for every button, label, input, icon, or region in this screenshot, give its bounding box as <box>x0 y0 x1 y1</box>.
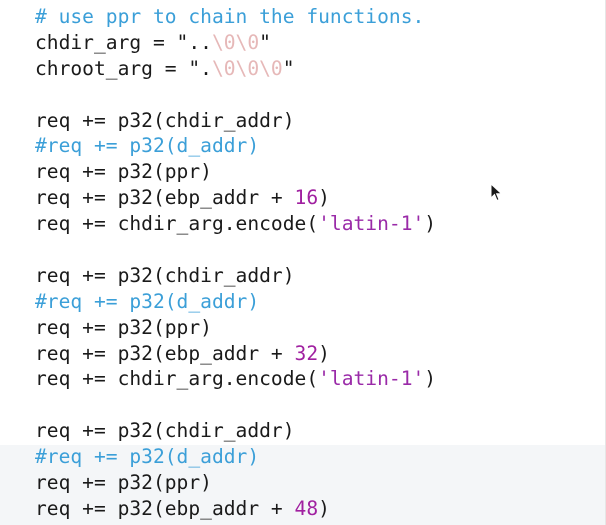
code-comment: #req += p32(d_addr) <box>35 289 260 313</box>
code-line[interactable]: #req += p32(d_addr) <box>35 444 436 470</box>
code-line[interactable]: chdir_arg = "..\0\0" <box>35 30 436 56</box>
code-line[interactable]: req += p32(chdir_addr) <box>35 108 436 134</box>
code-number-literal: 16 <box>294 186 319 210</box>
code-token: req += p32(chdir_addr) <box>35 263 295 287</box>
code-line[interactable] <box>35 237 436 263</box>
code-number-literal: 32 <box>294 341 319 365</box>
code-token: req += p32(ebp_addr + <box>35 186 295 210</box>
code-line[interactable]: req += p32(chdir_addr) <box>35 263 436 289</box>
code-number-literal: 48 <box>294 496 319 520</box>
code-line[interactable]: #req += p32(d_addr) <box>35 133 436 159</box>
code-string-literal: 'latin-1' <box>318 212 425 236</box>
code-token: " <box>259 30 271 54</box>
code-comment: #req += p32(d_addr) <box>35 445 260 469</box>
code-escape-sequence: \0\0 <box>211 30 260 54</box>
code-comment: #req += p32(d_addr) <box>35 134 260 158</box>
code-token: ) <box>318 496 330 520</box>
code-line[interactable]: req += p32(ppr) <box>35 470 436 496</box>
code-line[interactable] <box>35 82 436 108</box>
code-editor[interactable]: # use ppr to chain the functions. chdir_a… <box>0 0 606 525</box>
code-token: chdir_arg = ".. <box>35 30 212 54</box>
code-token: ) <box>318 186 330 210</box>
code-token: req += chdir_arg.encode( <box>35 212 319 236</box>
mouse-pointer-icon <box>490 183 503 202</box>
code-line[interactable]: chroot_arg = ".\0\0\0" <box>35 56 436 82</box>
code-token: ) <box>424 212 437 236</box>
code-line[interactable] <box>35 392 436 418</box>
code-token: req += p32(chdir_addr) <box>35 108 295 132</box>
code-token: chroot_arg = ". <box>35 56 212 80</box>
code-line[interactable]: req += p32(ebp_addr + 32) <box>35 341 436 367</box>
code-line[interactable]: req += p32(chdir_addr) <box>35 418 436 444</box>
code-token: req += p32(ebp_addr + <box>35 496 295 520</box>
code-line[interactable]: # use ppr to chain the functions. <box>35 4 436 30</box>
code-string-literal: 'latin-1' <box>318 367 425 391</box>
code-line[interactable]: req += p32(ebp_addr + 48) <box>35 496 436 522</box>
code-line[interactable]: req += p32(ppr) <box>35 315 436 341</box>
code-comment: # use ppr to chain the functions. <box>35 5 425 28</box>
code-token: req += p32(ppr) <box>35 471 212 495</box>
code-line[interactable]: req += p32(ebp_addr + 16) <box>35 185 436 211</box>
code-token: " <box>282 56 295 80</box>
code-token: req += p32(chdir_addr) <box>35 419 295 443</box>
code-token: req += chdir_arg.encode( <box>35 367 319 391</box>
code-line[interactable]: #req += p32(d_addr) <box>35 289 436 315</box>
code-text-area[interactable]: # use ppr to chain the functions. chdir_a… <box>35 4 436 522</box>
code-token: req += p32(ppr) <box>35 160 212 184</box>
code-token: req += p32(ppr) <box>35 315 212 339</box>
code-line[interactable]: req += chdir_arg.encode('latin-1') <box>35 211 436 237</box>
code-token: ) <box>318 341 330 365</box>
code-escape-sequence: \0\0\0 <box>211 56 283 80</box>
code-line[interactable]: req += chdir_arg.encode('latin-1') <box>35 366 436 392</box>
code-token: ) <box>424 367 437 391</box>
code-token: req += p32(ebp_addr + <box>35 341 295 365</box>
code-line[interactable]: req += p32(ppr) <box>35 159 436 185</box>
